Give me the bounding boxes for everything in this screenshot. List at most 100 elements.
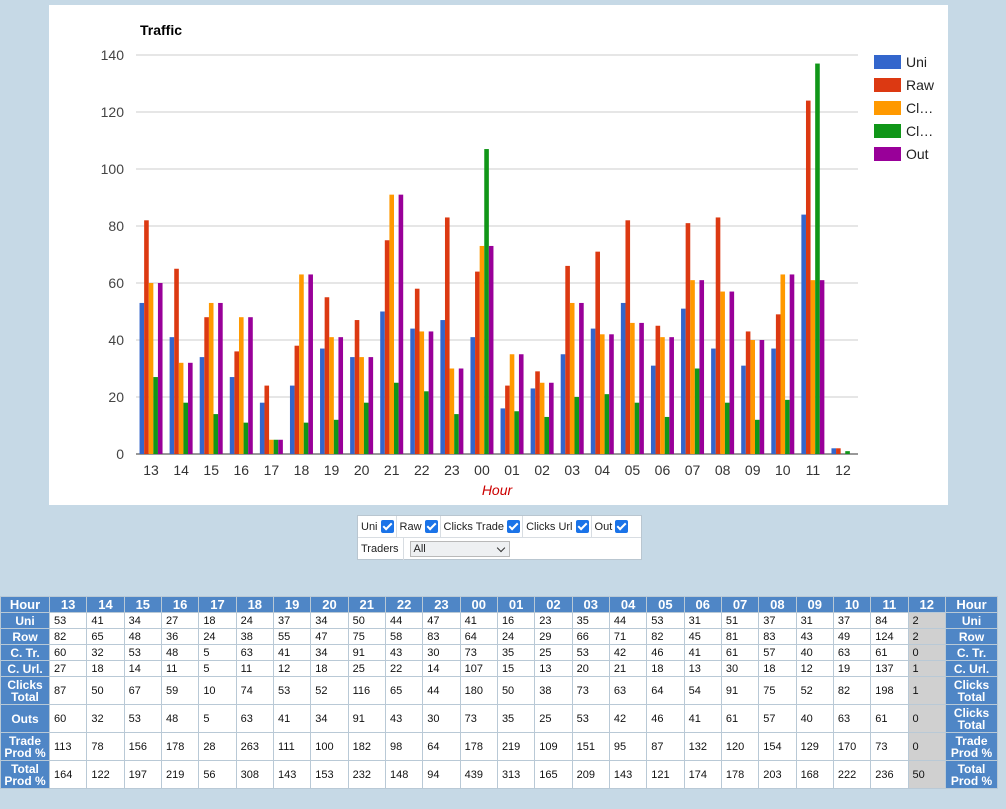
checkbox-checked-icon[interactable] (380, 520, 394, 533)
table-cell: 52 (795, 676, 834, 705)
bar-uni (560, 354, 566, 454)
bar-clicks-url (845, 451, 850, 454)
table-cell: 34 (310, 644, 349, 661)
table-cell: 61 (720, 644, 760, 661)
table-cell: 41 (272, 644, 312, 661)
table-cell: 45 (683, 628, 722, 645)
bar-raw (775, 314, 781, 454)
table-cell: 180 (459, 676, 498, 705)
hour-column-header: 06 (683, 596, 722, 613)
bar-raw (144, 220, 149, 454)
checkbox-checked-icon[interactable] (615, 520, 629, 533)
table-cell: 23 (534, 612, 573, 629)
series-toggle-row: Uni Raw Clicks Trade Clicks Url Out (358, 516, 641, 538)
table-cell: 41 (683, 704, 722, 733)
table-cell: 40 (795, 644, 834, 661)
table-cell: 143 (608, 760, 648, 789)
bar-out (669, 337, 674, 454)
hour-column-header: 01 (496, 596, 536, 613)
bar-uni (380, 311, 385, 454)
table-cell: 78 (86, 732, 125, 761)
bar-out (368, 357, 374, 454)
x-axis-label: Hour (482, 482, 514, 498)
table-cell: 50 (347, 612, 386, 629)
table-cell: 2 (907, 612, 947, 629)
hour-column-header: 12 (907, 596, 947, 613)
bar-clicks-trade (630, 322, 635, 454)
table-cell: 75 (758, 676, 797, 705)
table-cell: 209 (571, 760, 610, 789)
series-toggle-clicks-url[interactable]: Clicks Url (523, 516, 592, 537)
bar-clicks-url (724, 402, 730, 454)
checkbox-checked-icon[interactable] (507, 520, 521, 533)
series-toggle-clicks-trade[interactable]: Clicks Trade (441, 516, 524, 537)
table-cell: 43 (795, 628, 834, 645)
row-header-right: Clicks Total (945, 704, 998, 733)
y-tick-label: 100 (101, 161, 125, 177)
x-tick-label: 18 (294, 462, 310, 478)
table-cell: 47 (310, 628, 349, 645)
bar-clicks-url (785, 399, 790, 454)
table-cell: 73 (571, 676, 610, 705)
table-cell: 56 (198, 760, 237, 789)
table-row: C. Url. 27 18 14 11 5 11 12 18 25 22 14 107 15 13 20 21 1… (0, 660, 998, 677)
hour-column-header: 00 (459, 596, 498, 613)
table-cell: 63 (608, 676, 648, 705)
table-cell: 31 (683, 612, 722, 629)
bar-clicks-url (544, 416, 550, 454)
bar-out (398, 194, 404, 454)
hour-column-header: 17 (198, 596, 237, 613)
bar-uni (259, 402, 265, 454)
table-cell: 154 (758, 732, 797, 761)
table-cell: 151 (571, 732, 610, 761)
table-cell: 51 (720, 612, 760, 629)
bar-raw (625, 220, 631, 454)
table-cell: 18 (646, 660, 685, 677)
series-toggle-raw[interactable]: Raw (397, 516, 441, 537)
table-cell: 178 (160, 732, 200, 761)
table-cell: 41 (683, 644, 722, 661)
bar-out (157, 283, 163, 454)
table-cell: 143 (272, 760, 312, 789)
x-tick-label: 22 (414, 462, 430, 478)
table-cell: 313 (496, 760, 536, 789)
x-tick-label: 17 (264, 462, 280, 478)
checkbox-checked-icon[interactable] (424, 520, 438, 533)
table-cell: 49 (832, 628, 872, 645)
table-cell: 82 (832, 676, 872, 705)
hour-column-header: 02 (534, 596, 573, 613)
series-toggle-uni[interactable]: Uni (358, 516, 397, 537)
table-cell: 65 (384, 676, 424, 705)
table-cell: 98 (384, 732, 424, 761)
series-toggle-out[interactable]: Out (592, 516, 631, 537)
table-cell: 219 (496, 732, 536, 761)
table-cell: 165 (534, 760, 573, 789)
x-tick-label: 14 (173, 462, 189, 478)
bar-uni (289, 385, 295, 454)
table-cell: 5 (198, 644, 237, 661)
bar-raw (294, 345, 300, 454)
table-cell: 75 (347, 628, 386, 645)
table-cell: 13 (534, 660, 573, 677)
table-cell: 24 (198, 628, 237, 645)
table-cell: 34 (123, 612, 162, 629)
table-cell: 0 (907, 644, 947, 661)
legend-swatch (874, 78, 901, 92)
bar-clicks-trade (780, 274, 786, 454)
traders-select[interactable]: All (409, 541, 510, 557)
table-cell: 91 (347, 704, 386, 733)
bar-uni (410, 328, 415, 454)
legend-label: Cl… (906, 100, 933, 116)
bar-clicks-url (694, 368, 700, 454)
row-header: Clicks Total (0, 676, 50, 705)
checkbox-checked-icon[interactable] (575, 520, 589, 533)
bar-out (518, 354, 524, 454)
table-cell: 73 (459, 644, 498, 661)
x-tick-label: 08 (715, 462, 731, 478)
table-cell: 55 (272, 628, 312, 645)
table-cell: 121 (646, 760, 685, 789)
bar-raw (384, 240, 390, 454)
table-cell: 164 (48, 760, 88, 789)
bar-raw (715, 217, 721, 454)
table-cell: 198 (870, 676, 909, 705)
